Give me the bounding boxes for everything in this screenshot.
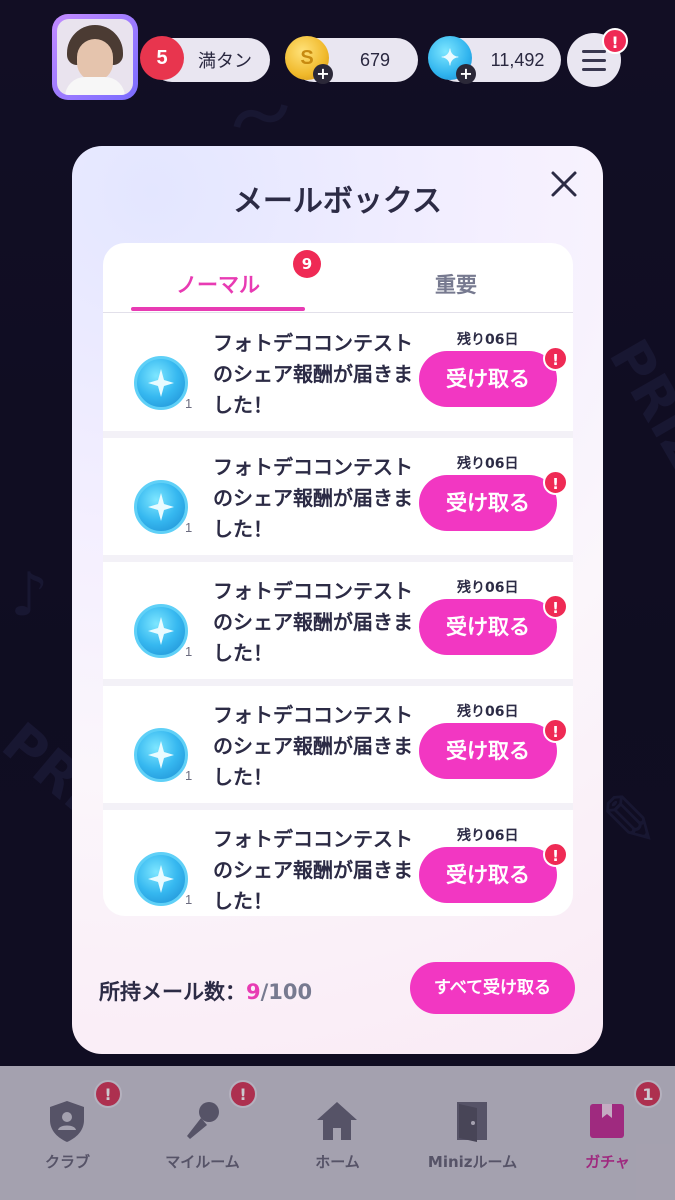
mail-remaining-days: 残り06日 <box>457 332 519 348</box>
hearts-status: 満タン <box>198 51 252 71</box>
close-button[interactable] <box>544 164 584 204</box>
reward-quantity: 1 <box>185 892 193 907</box>
reward-quantity: 1 <box>185 396 193 411</box>
mail-count-label: 所持メール数： <box>99 980 246 1004</box>
mail-message: フォトデココンテストのシェア報酬が届きました！ <box>213 579 413 665</box>
modal-title: メールボックス <box>232 184 443 219</box>
mail-remaining-days: 残り06日 <box>457 456 519 472</box>
nav-dim-overlay <box>0 1066 675 1200</box>
gold-value: 679 <box>359 49 391 70</box>
mailbox-tabs: ノーマル 9 重要 <box>103 243 573 313</box>
claim-all-button[interactable]: すべて受け取る <box>410 962 575 1014</box>
reward-quantity: 1 <box>185 768 193 783</box>
mail-item: 1 フォトデココンテストのシェア報酬が届きました！ 残り06日 受け取る ! <box>103 562 573 679</box>
tab-important[interactable]: 重要 <box>435 269 477 299</box>
mail-item: 1 フォトデココンテストのシェア報酬が届きました！ 残り06日 受け取る ! <box>103 810 573 916</box>
mail-count: 所持メール数：9/100 <box>99 976 312 1006</box>
tab-normal[interactable]: ノーマル <box>176 269 260 299</box>
mail-message: フォトデココンテストのシェア報酬が届きました！ <box>213 703 413 789</box>
gem-coin-icon <box>134 480 188 534</box>
mail-remaining-days: 残り06日 <box>457 704 519 720</box>
claim-button[interactable]: 受け取る <box>419 847 557 903</box>
hearts-count: 5 <box>156 46 168 69</box>
claim-alert-badge: ! <box>543 594 568 619</box>
mail-count-current: 9 <box>246 980 261 1004</box>
avatar-portrait <box>57 19 133 95</box>
mail-list[interactable]: 1 フォトデココンテストのシェア報酬が届きました！ 残り06日 受け取る ! 1… <box>103 314 573 916</box>
active-tab-indicator <box>131 307 305 311</box>
close-icon <box>551 171 577 197</box>
mail-message: フォトデココンテストのシェア報酬が届きました！ <box>213 455 413 541</box>
heart-icon: 5 <box>140 36 184 80</box>
claim-button[interactable]: 受け取る <box>419 723 557 779</box>
menu-alert-badge: ! <box>602 28 628 54</box>
claim-alert-badge: ! <box>543 470 568 495</box>
claim-alert-badge: ! <box>543 346 568 371</box>
reward-quantity: 1 <box>185 520 193 535</box>
gem-coin-icon <box>134 728 188 782</box>
mail-item: 1 フォトデココンテストのシェア報酬が届きました！ 残り06日 受け取る ! <box>103 686 573 803</box>
tab-normal-count-badge: 9 <box>293 250 321 278</box>
mail-remaining-days: 残り06日 <box>457 580 519 596</box>
claim-button[interactable]: 受け取る <box>419 599 557 655</box>
reward-quantity: 1 <box>185 644 193 659</box>
mail-message: フォトデココンテストのシェア報酬が届きました！ <box>213 331 413 417</box>
claim-alert-badge: ! <box>543 718 568 743</box>
mail-message: フォトデココンテストのシェア報酬が届きました！ <box>213 827 413 913</box>
claim-button[interactable]: 受け取る <box>419 475 557 531</box>
mail-item: 1 フォトデココンテストのシェア報酬が届きました！ 残り06日 受け取る ! <box>103 314 573 431</box>
gems-value: 11,492 <box>490 49 545 70</box>
mail-panel: ノーマル 9 重要 1 フォトデココンテストのシェア報酬が届きました！ 残り06… <box>103 243 573 916</box>
claim-button[interactable]: 受け取る <box>419 351 557 407</box>
add-gold-button[interactable]: + <box>313 64 333 84</box>
player-avatar[interactable] <box>52 14 138 100</box>
mail-count-max: /100 <box>260 980 313 1004</box>
add-gems-button[interactable]: + <box>456 64 476 84</box>
mail-item: 1 フォトデココンテストのシェア報酬が届きました！ 残り06日 受け取る ! <box>103 438 573 555</box>
gem-coin-icon <box>134 852 188 906</box>
mail-remaining-days: 残り06日 <box>457 828 519 844</box>
gem-coin-icon <box>134 356 188 410</box>
gem-coin-icon <box>134 604 188 658</box>
bottom-nav: クラブ ! マイルーム ! ホーム Minizルーム ガチャ 1 <box>0 1066 675 1200</box>
mailbox-modal: メールボックス ノーマル 9 重要 1 フォトデココンテストのシェア報酬が届きま… <box>72 146 603 1054</box>
claim-alert-badge: ! <box>543 842 568 867</box>
